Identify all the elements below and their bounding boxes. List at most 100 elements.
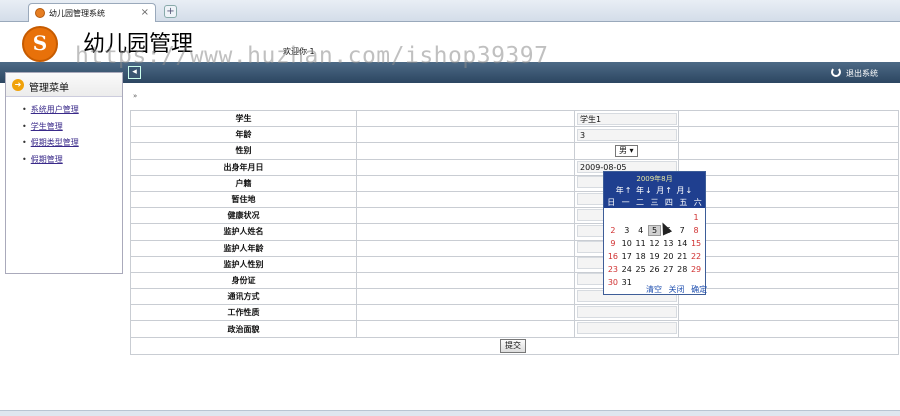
date-cell[interactable]: 3 [620,225,634,236]
form-row: 健康状况 [130,207,899,225]
field-label: 学生 [130,109,357,128]
close-tab-icon[interactable]: × [141,7,149,18]
date-cell[interactable]: 13 [661,238,675,249]
weekday-label: 五 [679,198,688,207]
form-row: 学生 学生1 [130,109,899,128]
political-status-input[interactable] [577,322,677,335]
close-picker-button[interactable]: 关闭 [669,285,685,294]
date-picker-actions: 清空 关闭 确定 [646,284,711,295]
date-cell[interactable]: 4 [634,225,648,236]
form-row: 监护人性别 [130,255,899,273]
form-row: 通讯方式 [130,288,899,306]
logout-label: 退出系统 [846,69,878,78]
date-cell[interactable]: 16 [606,251,620,262]
date-cell-empty [675,212,689,223]
date-cell[interactable]: 21 [675,251,689,262]
date-cell[interactable]: 22 [689,251,703,262]
confirm-date-button[interactable]: 确定 [691,285,707,294]
date-picker-nav[interactable]: 年↑ 年↓ 月↑ 月↓ [604,185,705,196]
age-input[interactable]: 3 [577,128,677,141]
browser-tab-strip: 幼儿园管理系统 × + [0,0,900,22]
weekday-label: 六 [693,198,702,207]
date-cell[interactable]: 10 [620,238,634,249]
field-label: 工作性质 [130,304,357,322]
form-row: 政治面貌 [130,320,899,338]
field-label: 出身年月日 [130,158,357,176]
status-bar [0,410,900,416]
field-label: 户籍 [130,174,357,192]
date-cell-empty [620,212,634,223]
sidebar-item-leave-types[interactable]: 假期类型管理 [22,137,79,154]
date-cell-empty [606,212,620,223]
gender-select[interactable]: 男 ▾ [615,144,638,157]
date-cell[interactable]: 1 [689,212,703,223]
date-cell[interactable]: 25 [634,264,648,275]
form-row: 户籍 [130,174,899,192]
date-cell[interactable]: 12 [648,238,662,249]
date-cell[interactable]: 19 [648,251,662,262]
submit-button[interactable]: 提交 [500,339,526,353]
date-cell-empty [634,212,648,223]
field-label: 年龄 [130,126,357,144]
date-cell[interactable]: 24 [620,264,634,275]
field-label: 监护人年龄 [130,239,357,257]
weekday-header: 日 一 二 三 四 五 六 [604,197,705,208]
form-row: 出身年月日 2009-08-05 [130,158,899,176]
date-cell[interactable]: 26 [648,264,662,275]
field-label: 身份证 [130,271,357,290]
date-cell[interactable]: 18 [634,251,648,262]
date-cell[interactable]: 20 [661,251,675,262]
sidebar-item-system-users[interactable]: 系统用户管理 [22,104,79,121]
date-cell[interactable]: 7 [675,225,689,236]
sidebar-menu: 系统用户管理 学生管理 假期类型管理 假期管理 [22,104,79,170]
logout-button[interactable]: 退出系统 [831,67,878,79]
date-cell-empty [648,212,662,223]
app-logo: S [22,26,58,62]
sidebar-header: ➜ 管理菜单 [6,73,122,97]
date-cell[interactable]: 14 [675,238,689,249]
date-grid: 1 2 3 4 5 6 7 8 9 10 11 12 13 14 15 16 17 18 19 20 21 22 23 24 2… [604,208,705,288]
date-cell[interactable]: 9 [606,238,620,249]
date-cell[interactable]: 30 [606,277,620,288]
browser-tab[interactable]: 幼儿园管理系统 × [28,3,156,22]
weekday-label: 四 [664,198,673,207]
date-picker: 2009年8月 年↑ 年↓ 月↑ 月↓ 日 一 二 三 四 五 六 123456… [603,171,707,295]
field-label: 性别 [130,142,357,160]
date-cell[interactable]: 2 [606,225,620,236]
date-cell[interactable]: 29 [689,264,703,275]
watermark: https://www.huzhan.com/ishop39397 [75,43,549,69]
field-label: 暂住地 [130,190,357,209]
field-label: 政治面貌 [130,320,357,338]
date-cell[interactable]: 28 [675,264,689,275]
date-picker-header: 2009年8月 年↑ 年↓ 月↑ 月↓ 日 一 二 三 四 五 六 [604,172,705,208]
date-cell[interactable]: 23 [606,264,620,275]
form-row: 身份证 [130,271,899,290]
form-row: 性别 男 ▾ [130,142,899,160]
sidebar-title: 管理菜单 [29,83,69,94]
sidebar-item-leave[interactable]: 假期管理 [22,154,79,171]
student-form: 学生 学生1 年龄 3 性别 男 ▾ 出身年月日 2009-08-05 户籍 暂… [130,109,899,338]
favicon-icon [35,8,45,18]
field-label: 健康状况 [130,207,357,225]
new-tab-button[interactable]: + [164,5,177,18]
tab-title: 幼儿园管理系统 [49,9,105,18]
date-cell[interactable]: 27 [661,264,675,275]
date-cell[interactable]: 8 [689,225,703,236]
sidebar: ➜ 管理菜单 系统用户管理 学生管理 假期类型管理 假期管理 [5,72,123,274]
student-input[interactable]: 学生1 [577,112,677,125]
date-cell[interactable]: 11 [634,238,648,249]
field-label: 监护人姓名 [130,223,357,241]
form-row: 年龄 3 [130,126,899,144]
field-label: 通讯方式 [130,288,357,306]
date-cell[interactable]: 15 [689,238,703,249]
clear-date-button[interactable]: 清空 [646,285,662,294]
sidebar-item-students[interactable]: 学生管理 [22,121,79,138]
form-row: 暂住地 [130,190,899,209]
weekday-label: 三 [650,198,659,207]
weekday-label: 日 [607,198,616,207]
field-label: 监护人性别 [130,255,357,273]
date-cell[interactable]: 31 [620,277,634,288]
date-picker-title: 2009年8月 [636,175,673,183]
occupation-input[interactable] [577,305,677,318]
date-cell[interactable]: 17 [620,251,634,262]
